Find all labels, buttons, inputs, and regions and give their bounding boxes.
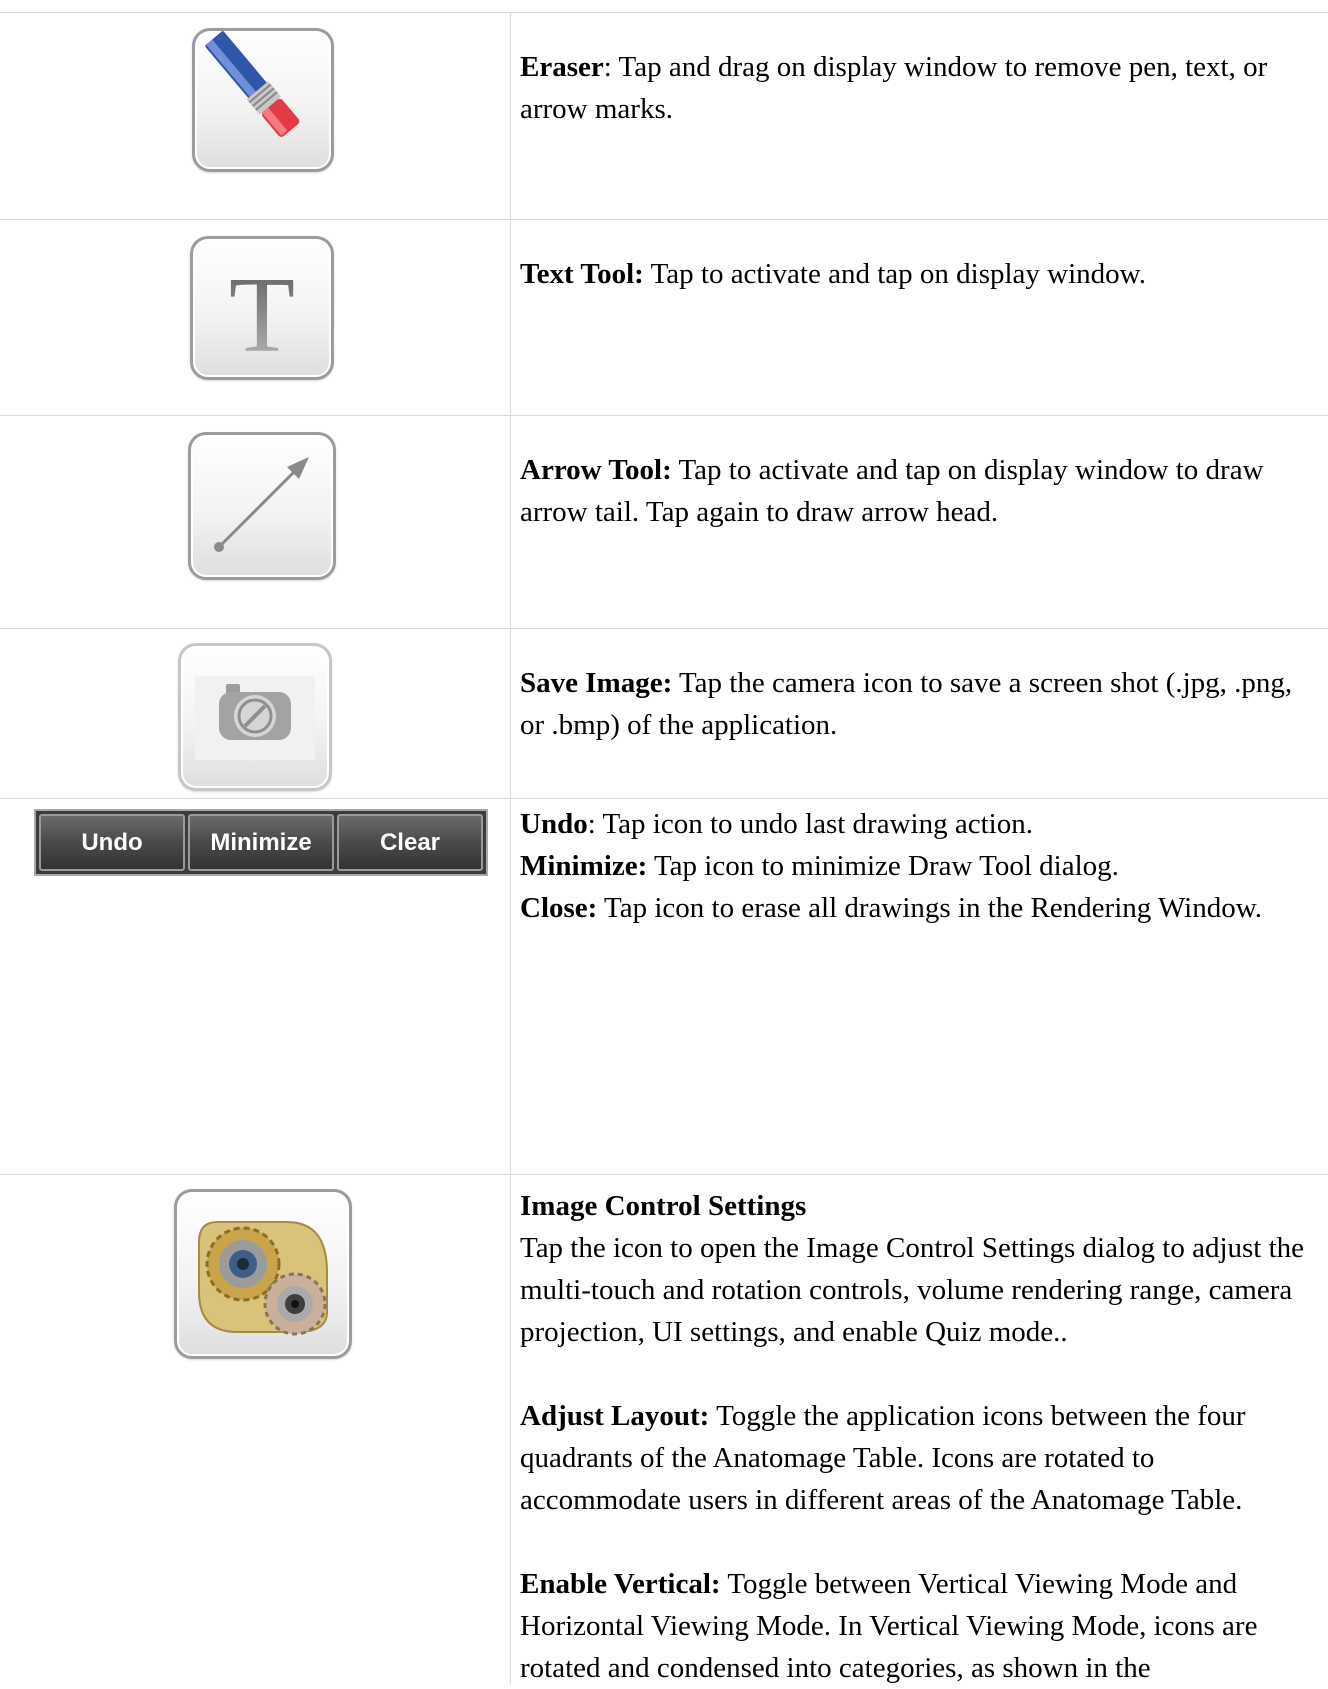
minimize-button[interactable]: Minimize [188, 814, 334, 871]
icon-cell [0, 629, 510, 798]
text-tool-description: Text Tool: Tap to activate and tap on di… [520, 253, 1318, 295]
save-image-title: Save Image: [520, 667, 673, 699]
draw-controls-description: Undo: Tap icon to undo last drawing acti… [520, 803, 1318, 929]
icon-cell [0, 13, 510, 219]
table-row-arrow-tool: Arrow Tool: Tap to activate and tap on d… [0, 415, 1328, 628]
camera-icon[interactable] [178, 643, 332, 791]
eraser-icon[interactable] [192, 28, 334, 172]
table-row-text-tool: T Text Tool: Tap to activate and tap on … [0, 219, 1328, 415]
arrow-tool-title: Arrow Tool: [520, 454, 672, 486]
undo-button[interactable]: Undo [39, 814, 185, 871]
eraser-title: Eraser [520, 51, 604, 83]
gears-icon[interactable] [174, 1189, 352, 1359]
description-cell: Text Tool: Tap to activate and tap on di… [510, 220, 1328, 415]
text-tool-icon[interactable]: T [190, 236, 334, 380]
image-control-settings-intro: Tap the icon to open the Image Control S… [520, 1232, 1305, 1348]
icon-cell: T [0, 220, 510, 415]
image-control-settings-description: Image Control Settings Tap the icon to o… [520, 1185, 1318, 1689]
clear-button[interactable]: Clear [337, 814, 483, 871]
image-control-settings-heading: Image Control Settings [520, 1190, 807, 1222]
minimize-line: Minimize: Tap icon to minimize Draw Tool… [520, 850, 1119, 882]
adjust-layout-paragraph: Adjust Layout: Toggle the application ic… [520, 1400, 1246, 1516]
text-tool-title: Text Tool: [520, 258, 644, 290]
save-image-description: Save Image: Tap the camera icon to save … [520, 662, 1318, 746]
description-cell: Save Image: Tap the camera icon to save … [510, 629, 1328, 798]
arrow-tool-description: Arrow Tool: Tap to activate and tap on d… [520, 449, 1318, 533]
text-tool-text: Tap to activate and tap on display windo… [643, 258, 1146, 290]
table-row-save-image: Save Image: Tap the camera icon to save … [0, 628, 1328, 798]
enable-vertical-paragraph: Enable Vertical: Toggle between Vertical… [520, 1568, 1258, 1684]
icon-cell: Undo Minimize Clear [0, 799, 510, 1174]
table-row-draw-controls: Undo Minimize Clear Undo: Tap icon to un… [0, 798, 1328, 1174]
arrow-tool-icon[interactable] [188, 432, 336, 580]
text-tool-glyph: T [229, 256, 295, 375]
description-cell: Eraser: Tap and drag on display window t… [510, 13, 1328, 219]
description-cell: Arrow Tool: Tap to activate and tap on d… [510, 416, 1328, 628]
eraser-description: Eraser: Tap and drag on display window t… [520, 51, 1268, 125]
eraser-text: Tap and drag on display window to remove… [520, 51, 1268, 125]
description-cell: Image Control Settings Tap the icon to o… [510, 1175, 1328, 1684]
icon-cell [0, 416, 510, 628]
icon-cell [0, 1175, 510, 1684]
draw-tool-button-bar: Undo Minimize Clear [34, 809, 488, 876]
undo-line: Undo: Tap icon to undo last drawing acti… [520, 808, 1033, 840]
table-row-image-control-settings: Image Control Settings Tap the icon to o… [0, 1174, 1328, 1684]
description-cell: Undo: Tap icon to undo last drawing acti… [510, 799, 1328, 1174]
table-row-eraser: Eraser: Tap and drag on display window t… [0, 12, 1328, 219]
close-line: Close: Tap icon to erase all drawings in… [520, 892, 1263, 924]
